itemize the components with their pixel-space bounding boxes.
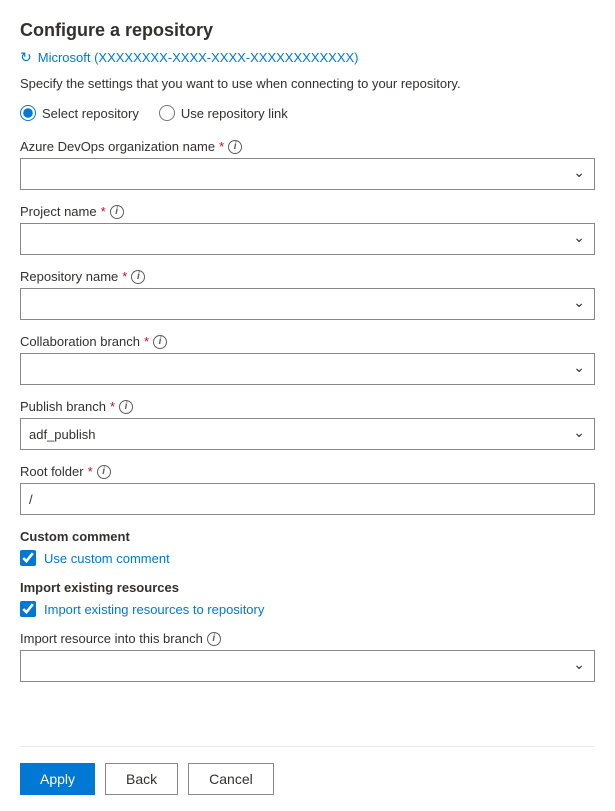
root-folder-required: *: [88, 464, 93, 479]
repo-name-field-group: Repository name * i: [20, 269, 595, 320]
select-repository-label: Select repository: [42, 106, 139, 121]
import-branch-info-icon[interactable]: i: [207, 632, 221, 646]
collab-branch-label: Collaboration branch * i: [20, 334, 595, 349]
use-repository-link-option[interactable]: Use repository link: [159, 105, 288, 121]
org-name-info-icon[interactable]: i: [228, 140, 242, 154]
repository-type-radio-group: Select repository Use repository link: [20, 105, 595, 121]
repo-name-label: Repository name * i: [20, 269, 595, 284]
footer: Apply Back Cancel: [20, 746, 595, 811]
import-branch-label: Import resource into this branch i: [20, 631, 595, 646]
org-name-required: *: [219, 139, 224, 154]
description-text: Specify the settings that you want to us…: [20, 76, 595, 91]
custom-comment-label-text: Use custom comment: [44, 551, 170, 566]
org-name-select-wrapper: [20, 158, 595, 190]
select-repository-radio[interactable]: [20, 105, 36, 121]
repo-name-info-icon[interactable]: i: [131, 270, 145, 284]
project-name-required: *: [101, 204, 106, 219]
import-branch-select-wrapper: [20, 650, 595, 682]
use-repository-link-radio[interactable]: [159, 105, 175, 121]
publish-branch-label: Publish branch * i: [20, 399, 595, 414]
project-name-info-icon[interactable]: i: [110, 205, 124, 219]
import-existing-section-label: Import existing resources: [20, 580, 595, 595]
org-name-field-group: Azure DevOps organization name * i: [20, 139, 595, 190]
refresh-icon: ↻: [20, 49, 32, 66]
root-folder-info-icon[interactable]: i: [97, 465, 111, 479]
project-name-label: Project name * i: [20, 204, 595, 219]
custom-comment-checkbox[interactable]: [20, 550, 36, 566]
custom-comment-checkbox-label[interactable]: Use custom comment: [20, 550, 595, 566]
collab-branch-select-wrapper: [20, 353, 595, 385]
account-name: Microsoft (XXXXXXXX-XXXX-XXXX-XXXXXXXXXX…: [38, 50, 359, 65]
publish-branch-field-group: Publish branch * i adf_publish: [20, 399, 595, 450]
import-existing-checkbox[interactable]: [20, 601, 36, 617]
collab-branch-required: *: [144, 334, 149, 349]
repo-name-required: *: [122, 269, 127, 284]
project-name-select-wrapper: [20, 223, 595, 255]
collab-branch-info-icon[interactable]: i: [153, 335, 167, 349]
apply-button[interactable]: Apply: [20, 763, 95, 795]
project-name-field-group: Project name * i: [20, 204, 595, 255]
collab-branch-field-group: Collaboration branch * i: [20, 334, 595, 385]
publish-branch-select[interactable]: adf_publish: [20, 418, 595, 450]
import-branch-select[interactable]: [20, 650, 595, 682]
publish-branch-info-icon[interactable]: i: [119, 400, 133, 414]
import-branch-field-group: Import resource into this branch i: [20, 631, 595, 682]
repo-name-select[interactable]: [20, 288, 595, 320]
repo-name-select-wrapper: [20, 288, 595, 320]
root-folder-input[interactable]: [20, 483, 595, 515]
select-repository-option[interactable]: Select repository: [20, 105, 139, 121]
cancel-button[interactable]: Cancel: [188, 763, 274, 795]
root-folder-label: Root folder * i: [20, 464, 595, 479]
back-button[interactable]: Back: [105, 763, 178, 795]
import-existing-checkbox-label[interactable]: Import existing resources to repository: [20, 601, 595, 617]
collab-branch-select[interactable]: [20, 353, 595, 385]
publish-branch-required: *: [110, 399, 115, 414]
org-name-select[interactable]: [20, 158, 595, 190]
use-repository-link-label: Use repository link: [181, 106, 288, 121]
custom-comment-section: Custom comment Use custom comment: [20, 529, 595, 566]
page-title: Configure a repository: [20, 20, 595, 41]
publish-branch-select-wrapper: adf_publish: [20, 418, 595, 450]
import-existing-section: Import existing resources Import existin…: [20, 580, 595, 617]
account-row: ↻ Microsoft (XXXXXXXX-XXXX-XXXX-XXXXXXXX…: [20, 49, 595, 66]
org-name-label: Azure DevOps organization name * i: [20, 139, 595, 154]
page-container: Configure a repository ↻ Microsoft (XXXX…: [0, 0, 615, 811]
custom-comment-section-label: Custom comment: [20, 529, 595, 544]
root-folder-field-group: Root folder * i: [20, 464, 595, 515]
project-name-select[interactable]: [20, 223, 595, 255]
import-existing-label-text: Import existing resources to repository: [44, 602, 264, 617]
